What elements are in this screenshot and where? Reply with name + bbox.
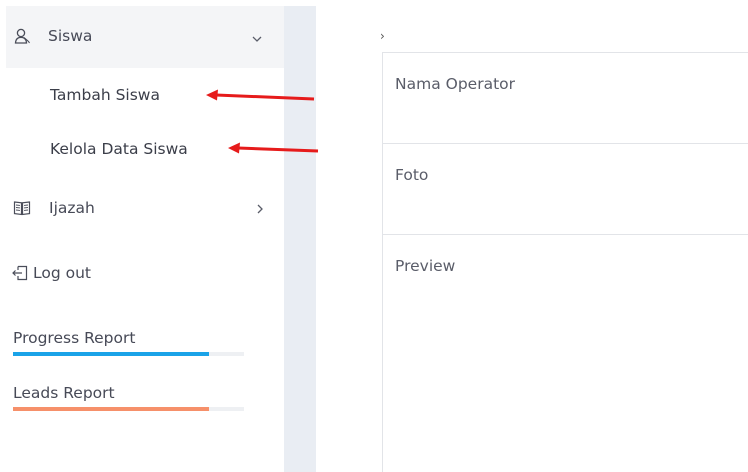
chevron-right-icon[interactable] [253, 202, 267, 216]
sidebar-item-logout[interactable]: Log out [11, 264, 91, 282]
field-foto[interactable]: Foto [383, 144, 748, 235]
submenu-tambah-siswa[interactable]: Tambah Siswa [50, 86, 160, 104]
progress-report-bar-fill [13, 352, 210, 356]
progress-report-bar [13, 352, 244, 356]
sidebar-item-siswa-row[interactable]: Siswa [13, 27, 92, 45]
leads-report-bar [13, 407, 244, 411]
logout-icon [12, 265, 28, 281]
content-gutter [284, 6, 316, 472]
leads-report-label[interactable]: Leads Report [13, 384, 115, 402]
user-icon [14, 28, 30, 44]
sidebar-item-logout-label: Log out [33, 264, 91, 282]
book-icon [13, 201, 31, 216]
chevron-down-icon[interactable] [250, 32, 264, 46]
annotation-arrow-icon [228, 142, 319, 154]
field-preview: Preview [383, 235, 748, 472]
field-preview-label: Preview [395, 257, 456, 275]
breadcrumb-chevron-icon[interactable]: › [380, 29, 385, 43]
annotation-arrow-icon [206, 89, 315, 101]
progress-report-label[interactable]: Progress Report [13, 329, 135, 347]
sidebar-item-ijazah[interactable]: Ijazah [13, 199, 95, 217]
field-foto-label: Foto [395, 166, 429, 184]
form-panel: Nama Operator Foto Preview [382, 52, 748, 472]
sidebar-item-siswa-label: Siswa [48, 27, 93, 45]
field-nama-operator-label: Nama Operator [395, 75, 515, 93]
submenu-kelola-data-siswa[interactable]: Kelola Data Siswa [50, 140, 188, 158]
sidebar: Siswa Tambah Siswa Kelola Data Siswa Ija… [0, 0, 284, 472]
field-nama-operator[interactable]: Nama Operator [383, 53, 748, 144]
leads-report-bar-fill [13, 407, 210, 411]
sidebar-item-ijazah-label: Ijazah [49, 199, 95, 217]
